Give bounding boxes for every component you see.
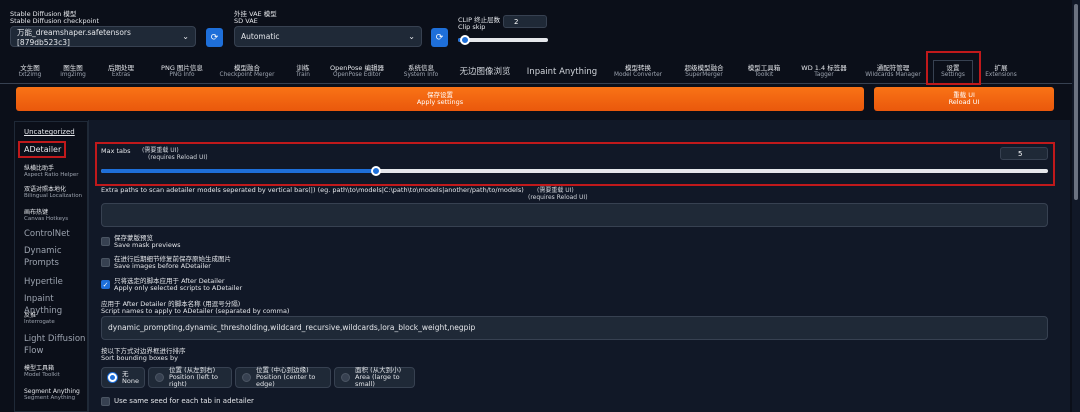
sidebar-item-hypertile[interactable]: Hypertile (24, 276, 63, 288)
radio-icon (155, 373, 164, 382)
reload-ui-button[interactable]: 重载 UI Reload UI (874, 87, 1054, 111)
tab-wildcards-manager[interactable]: 通配符管理 Wildcards Manager (860, 60, 926, 83)
checkpoint-value: 万能_dreamshaper.safetensors [879db523c3] (17, 27, 131, 47)
script-names-label-en: Script names to apply to ADetailer (sepa… (101, 307, 290, 315)
sidebar-item-bilingual-localization[interactable]: 双语对照本地化 Bilingual Localization (24, 186, 82, 200)
clip-skip-slider-thumb[interactable] (460, 35, 470, 45)
tab-infinite-image-browsing[interactable]: 无边图像浏览 (452, 60, 518, 83)
sidebar-item-model-toolkit[interactable]: 模型工具箱 Model Toolkit (24, 365, 60, 379)
tab-model-converter[interactable]: 模型转换 Model Converter (606, 60, 670, 83)
save-before-adetailer-checkbox[interactable] (101, 258, 110, 267)
tab-divider (0, 83, 1075, 84)
sidebar-item-uncategorized[interactable]: Uncategorized (24, 129, 75, 136)
chevron-down-icon: ⌄ (182, 32, 189, 41)
vae-refresh-button[interactable]: ⟳ (431, 28, 448, 47)
radio-icon (242, 373, 251, 382)
sort-bboxes-label-en: Sort bounding boxes by (101, 354, 178, 362)
checkpoint-label-en: Stable Diffusion checkpoint (10, 17, 100, 25)
checkpoint-refresh-button[interactable]: ⟳ (206, 28, 223, 47)
sidebar-item-dynamic-prompts[interactable]: Dynamic Prompts (24, 245, 62, 269)
refresh-icon: ⟳ (435, 32, 444, 43)
apply-only-selected-scripts-label: 只将选定的脚本应用于 After Detailer Apply only sel… (114, 278, 242, 292)
refresh-icon: ⟳ (210, 32, 219, 43)
script-names-input[interactable]: dynamic_prompting,dynamic_thresholding,w… (101, 316, 1048, 340)
settings-sidebar: Uncategorized ADetailer 纵横比助手 Aspect Rati… (14, 121, 88, 412)
tab-tagger[interactable]: WD 1.4 标签器 Tagger (796, 60, 852, 83)
save-mask-previews-label: 保存蒙版预览 Save mask previews (114, 235, 181, 249)
sort-bboxes-label: 按以下方式对边界框进行排序 Sort bounding boxes by (101, 348, 186, 362)
tab-bar: 文生图 txt2img 图生图 img2img 后期处理 Extras PNG 图片信… (0, 60, 1080, 83)
extra-paths-note: (需要重载 UI) (requires Reload UI) (528, 187, 588, 201)
adetailer-highlight (18, 141, 66, 158)
extra-paths-label: Extra paths to scan adetailer models sep… (101, 186, 524, 194)
sidebar-item-controlnet[interactable]: ControlNet (24, 228, 70, 240)
tab-extras[interactable]: 后期处理 Extras (100, 60, 142, 83)
sidebar-item-interrogate[interactable]: 反推 Interrogate (24, 312, 55, 326)
max-tabs-slider[interactable] (101, 166, 1048, 176)
extra-paths-input[interactable] (101, 203, 1048, 227)
sort-option-none[interactable]: 无 None (101, 367, 145, 388)
tab-txt2img[interactable]: 文生图 txt2img (12, 60, 48, 83)
vae-label-en: SD VAE (234, 17, 258, 25)
max-tabs-highlight (95, 142, 1055, 186)
settings-tab-highlight (926, 51, 981, 85)
tab-supermerger[interactable]: 超级模型融合 SuperMerger (676, 60, 732, 83)
clip-skip-slider[interactable] (458, 35, 548, 45)
max-tabs-slider-thumb[interactable] (371, 166, 381, 176)
apply-only-selected-scripts-checkbox[interactable]: ✓ (101, 280, 110, 289)
script-names-label: 应用于 After Detailer 的脚本名称 (用逗号分隔) Script … (101, 301, 289, 315)
max-tabs-label: Max tabs (101, 147, 131, 155)
tab-png-info[interactable]: PNG 图片信息 PNG Info (150, 60, 214, 83)
apply-only-selected-scripts-label-en: Apply only selected scripts to ADetailer (114, 284, 243, 292)
checkpoint-label: Stable Diffusion 模型 Stable Diffusion che… (10, 11, 99, 25)
radio-selected-icon (108, 373, 117, 382)
sidebar-item-light-diffusion-flow[interactable]: Light Diffusion Flow (24, 333, 85, 357)
sidebar-item-canvas-hotkeys[interactable]: 画布热键 Canvas Hotkeys (24, 209, 68, 223)
save-before-adetailer-label-en: Save images before ADetailer (114, 262, 211, 270)
tab-extensions[interactable]: 扩展 Extensions (980, 60, 1022, 83)
sidebar-item-aspect-ratio-helper[interactable]: 纵横比助手 Aspect Ratio Helper (24, 165, 78, 179)
sort-option-area[interactable]: 面积 (从大到小) Area (large to small) (334, 367, 415, 388)
same-seed-label: Use same seed for each tab in adetailer (114, 397, 254, 405)
save-before-adetailer-label: 在进行后期细节修复前保存原始生成图片 Save images before AD… (114, 256, 231, 270)
sort-option-left-to-right[interactable]: 位置 (从左到右) Position (left to right) (148, 367, 232, 388)
same-seed-checkbox[interactable] (101, 397, 110, 406)
tab-toolkit[interactable]: 模型工具箱 Toolkit (740, 60, 788, 83)
clip-skip-number[interactable]: 2 (503, 15, 547, 28)
clip-skip-label: CLIP 终止层数 Clip skip (458, 17, 500, 31)
save-mask-previews-checkbox[interactable] (101, 237, 110, 246)
max-tabs-note-en: (requires Reload UI) (148, 154, 208, 161)
page-scrollbar[interactable] (1072, 0, 1080, 412)
vae-label: 外挂 VAE 模型 SD VAE (234, 11, 277, 25)
save-mask-previews-label-en: Save mask previews (114, 241, 181, 249)
max-tabs-number[interactable]: 5 (1000, 147, 1048, 160)
checkpoint-select[interactable]: 万能_dreamshaper.safetensors [879db523c3] … (10, 26, 196, 47)
tab-openpose-editor[interactable]: OpenPose 编辑器 OpenPose Editor (325, 60, 389, 83)
max-tabs-slider-fill (101, 169, 376, 173)
apply-settings-button[interactable]: 保存设置 Apply settings (16, 87, 864, 111)
clip-skip-label-en: Clip skip (458, 23, 486, 31)
sidebar-item-segment-anything[interactable]: Segment Anything Segment Anything (24, 388, 80, 402)
page-scrollbar-thumb[interactable] (1074, 4, 1078, 200)
tab-inpaint-anything[interactable]: Inpaint Anything (526, 60, 598, 83)
vae-value: Automatic (241, 32, 280, 41)
tab-train[interactable]: 训练 Train (288, 60, 318, 83)
extra-paths-note-cn: (需要重载 UI) (537, 187, 574, 194)
max-tabs-note-cn: (需要重载 UI) (142, 147, 179, 154)
check-icon: ✓ (102, 281, 109, 289)
vae-select[interactable]: Automatic ⌄ (234, 26, 422, 47)
tab-system-info[interactable]: 系统信息 System Info (398, 60, 444, 83)
max-tabs-note: (需要重载 UI) (requires Reload UI) (142, 147, 208, 161)
tab-checkpoint-merger[interactable]: 模型融合 Checkpoint Merger (215, 60, 279, 83)
extra-paths-note-en: (requires Reload UI) (528, 194, 588, 201)
tab-img2img[interactable]: 图生图 img2img (55, 60, 91, 83)
chevron-down-icon: ⌄ (408, 32, 415, 41)
sort-option-center-to-edge[interactable]: 位置 (中心到边缘) Position (center to edge) (235, 367, 331, 388)
radio-icon (341, 373, 350, 382)
